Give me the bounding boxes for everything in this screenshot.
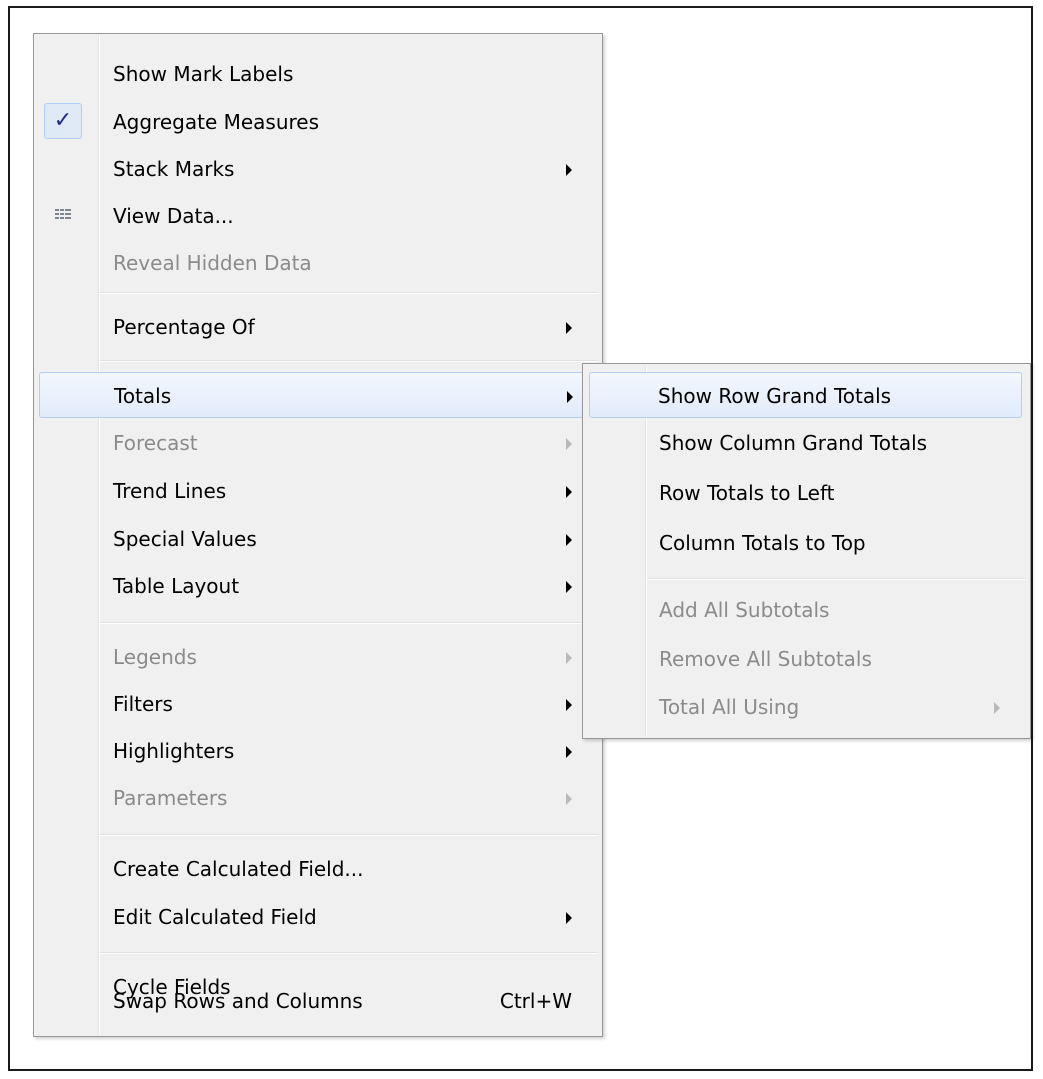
submenu-item-row-totals-to-left[interactable]: Row Totals to Left [585, 470, 1028, 516]
submenu-item-remove-all-subtotals[interactable]: Remove All Subtotals [585, 636, 1028, 682]
menu-item-edit-calculated-field[interactable]: Edit Calculated Field [36, 894, 600, 940]
submenu-arrow-icon [566, 438, 572, 450]
submenu-arrow-icon [566, 164, 572, 176]
menu-item-label: Stack Marks [113, 157, 235, 181]
menu-item-label: Remove All Subtotals [659, 647, 872, 671]
menu-separator [100, 834, 598, 836]
menu-item-label: Edit Calculated Field [113, 905, 317, 929]
menu-item-totals[interactable]: Totals [39, 372, 605, 418]
submenu-item-column-totals-to-top[interactable]: Column Totals to Top [585, 520, 1028, 566]
submenu-arrow-icon [566, 534, 572, 546]
menu-item-label: Totals [114, 384, 172, 408]
submenu-arrow-icon [566, 652, 572, 664]
submenu-arrow-icon [566, 486, 572, 498]
submenu-item-add-all-subtotals[interactable]: Add All Subtotals [585, 587, 1028, 633]
menu-item-label: Trend Lines [113, 479, 227, 503]
submenu-arrow-icon [566, 912, 572, 924]
menu-item-percentage-of[interactable]: Percentage Of [36, 304, 600, 350]
menu-item-legends[interactable]: Legends [36, 634, 600, 680]
submenu-arrow-icon [566, 699, 572, 711]
submenu-item-total-all-using[interactable]: Total All Using [585, 684, 1028, 730]
menu-item-label: Add All Subtotals [659, 598, 830, 622]
context-menu: Show Mark Labels ✓ Aggregate Measures St… [33, 33, 605, 1037]
menu-item-label: Create Calculated Field... [113, 857, 364, 881]
menu-separator [100, 360, 598, 362]
menu-item-label: Row Totals to Left [659, 481, 835, 505]
menu-item-label: Swap Rows and Columns [113, 989, 363, 1013]
menu-item-parameters[interactable]: Parameters [36, 775, 600, 821]
menu-item-label: Table Layout [113, 574, 240, 598]
submenu-arrow-icon [567, 391, 573, 403]
menu-item-create-calculated-field[interactable]: Create Calculated Field... [36, 846, 600, 892]
submenu-arrow-icon [566, 746, 572, 758]
menu-item-trend-lines[interactable]: Trend Lines [36, 468, 600, 514]
menu-item-stack-marks[interactable]: Stack Marks [36, 146, 600, 192]
menu-item-highlighters[interactable]: Highlighters [36, 728, 600, 774]
menu-item-label: Filters [113, 692, 173, 716]
menu-item-reveal-hidden-data[interactable]: Reveal Hidden Data [36, 240, 600, 286]
menu-item-label: Total All Using [659, 695, 800, 719]
submenu-arrow-icon [566, 322, 572, 334]
menu-item-label: Legends [113, 645, 197, 669]
menu-item-label: Show Row Grand Totals [658, 384, 892, 408]
menu-item-label: Special Values [113, 527, 257, 551]
menu-item-label: Parameters [113, 786, 228, 810]
grid-icon [55, 209, 71, 221]
menu-item-filters[interactable]: Filters [36, 681, 600, 727]
menu-item-view-data[interactable]: View Data... [36, 193, 600, 239]
menu-item-label: Show Mark Labels [113, 62, 294, 86]
menu-separator [100, 622, 598, 624]
menu-item-label: View Data... [113, 204, 234, 228]
menu-separator [100, 952, 598, 954]
submenu-item-show-row-grand-totals[interactable]: Show Row Grand Totals [589, 372, 1022, 418]
submenu-arrow-icon [994, 702, 1000, 714]
menu-item-forecast[interactable]: Forecast [36, 420, 600, 466]
submenu-arrow-icon [566, 793, 572, 805]
menu-item-special-values[interactable]: Special Values [36, 516, 600, 562]
submenu-item-show-column-grand-totals[interactable]: Show Column Grand Totals [585, 420, 1028, 466]
menu-item-label: Aggregate Measures [113, 110, 320, 134]
menu-item-table-layout[interactable]: Table Layout [36, 563, 600, 609]
menu-item-aggregate-measures[interactable]: ✓ Aggregate Measures [36, 99, 600, 145]
menu-item-label: Percentage Of [113, 315, 255, 339]
menu-item-label: Reveal Hidden Data [113, 251, 312, 275]
menu-item-show-mark-labels[interactable]: Show Mark Labels [36, 51, 600, 97]
menu-item-label: Column Totals to Top [659, 531, 866, 555]
shortcut-text: Ctrl+W [499, 989, 572, 1013]
totals-submenu: Show Row Grand Totals Show Column Grand … [582, 363, 1031, 739]
menu-item-label: Highlighters [113, 739, 235, 763]
menu-separator [100, 292, 598, 294]
checkmark-icon: ✓ [44, 103, 82, 139]
submenu-arrow-icon [566, 581, 572, 593]
menu-item-label: Show Column Grand Totals [659, 431, 928, 455]
menu-separator [647, 578, 1026, 580]
menu-item-label: Forecast [113, 431, 198, 455]
